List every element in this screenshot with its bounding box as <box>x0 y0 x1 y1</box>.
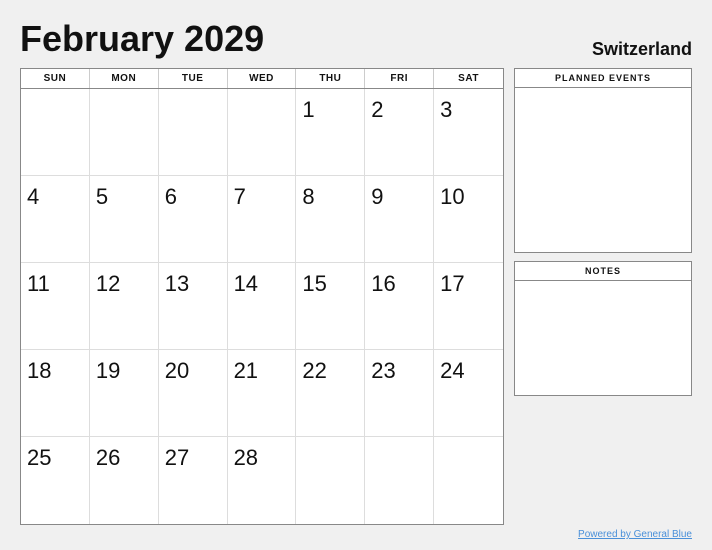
footer-link[interactable]: Powered by General Blue <box>20 529 692 540</box>
day-cell-14: 14 <box>228 263 297 350</box>
header: February 2029 Switzerland <box>20 18 692 60</box>
day-cell-16: 16 <box>365 263 434 350</box>
day-cell-empty <box>434 437 503 524</box>
day-cell-1: 1 <box>296 89 365 176</box>
calendar-page: February 2029 Switzerland SUN MON TUE WE… <box>0 0 712 550</box>
day-cell-12: 12 <box>90 263 159 350</box>
day-cell-4: 4 <box>21 176 90 263</box>
day-cell-21: 21 <box>228 350 297 437</box>
day-cell-9: 9 <box>365 176 434 263</box>
main-area: SUN MON TUE WED THU FRI SAT 1 2 3 4 5 <box>20 68 692 525</box>
day-header-mon: MON <box>90 69 159 88</box>
day-cell-empty <box>228 89 297 176</box>
day-cell-empty <box>296 437 365 524</box>
day-cell-3: 3 <box>434 89 503 176</box>
day-cell-27: 27 <box>159 437 228 524</box>
calendar-section: SUN MON TUE WED THU FRI SAT 1 2 3 4 5 <box>20 68 504 525</box>
month-title: February 2029 <box>20 18 264 60</box>
day-cell-24: 24 <box>434 350 503 437</box>
day-header-thu: THU <box>296 69 365 88</box>
day-cell-22: 22 <box>296 350 365 437</box>
day-headers: SUN MON TUE WED THU FRI SAT <box>21 69 503 89</box>
day-cell-26: 26 <box>90 437 159 524</box>
day-cell-2: 2 <box>365 89 434 176</box>
day-cell-5: 5 <box>90 176 159 263</box>
day-cell-6: 6 <box>159 176 228 263</box>
day-cell-18: 18 <box>21 350 90 437</box>
events-panel-header: PLANNED EVENTS <box>515 69 691 88</box>
day-cell-11: 11 <box>21 263 90 350</box>
day-cell-empty <box>21 89 90 176</box>
day-cell-25: 25 <box>21 437 90 524</box>
day-cell-20: 20 <box>159 350 228 437</box>
day-cell-15: 15 <box>296 263 365 350</box>
country-title: Switzerland <box>592 39 692 60</box>
notes-panel-body <box>515 281 691 395</box>
day-cell-19: 19 <box>90 350 159 437</box>
day-cell-7: 7 <box>228 176 297 263</box>
day-header-sat: SAT <box>434 69 503 88</box>
day-cell-empty <box>159 89 228 176</box>
day-cell-10: 10 <box>434 176 503 263</box>
day-cell-17: 17 <box>434 263 503 350</box>
events-panel-body <box>515 88 691 252</box>
calendar-grid: 1 2 3 4 5 6 7 8 9 10 11 12 13 14 15 16 1… <box>21 89 503 524</box>
day-header-tue: TUE <box>159 69 228 88</box>
day-header-fri: FRI <box>365 69 434 88</box>
day-cell-8: 8 <box>296 176 365 263</box>
day-cell-28: 28 <box>228 437 297 524</box>
day-cell-empty <box>90 89 159 176</box>
right-section: PLANNED EVENTS NOTES <box>514 68 692 525</box>
notes-panel: NOTES <box>514 261 692 396</box>
day-header-sun: SUN <box>21 69 90 88</box>
day-cell-empty <box>365 437 434 524</box>
events-panel: PLANNED EVENTS <box>514 68 692 253</box>
day-header-wed: WED <box>228 69 297 88</box>
day-cell-23: 23 <box>365 350 434 437</box>
notes-panel-header: NOTES <box>515 262 691 281</box>
day-cell-13: 13 <box>159 263 228 350</box>
